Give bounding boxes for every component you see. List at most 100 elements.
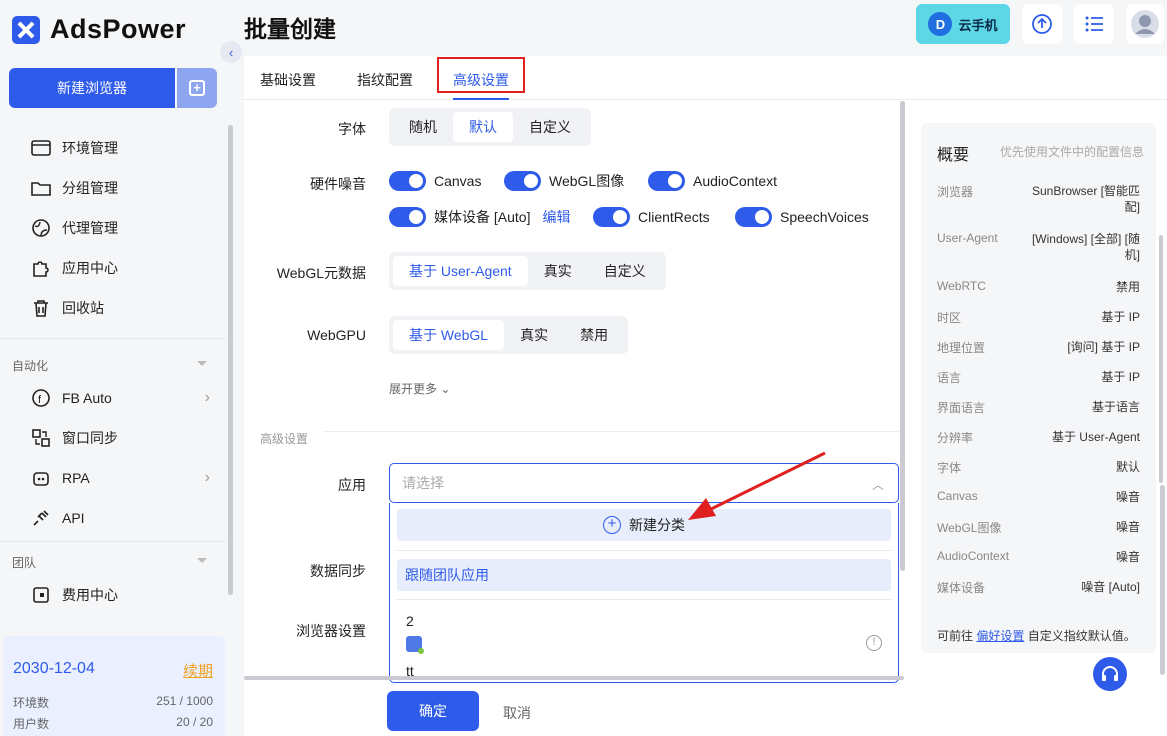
sidebar-item-env[interactable]: 环境管理 [30,137,210,159]
tab-bar: 基础设置 指纹配置 高级设置 [244,56,1167,100]
user-count-row: 用户数 20 / 20 [13,715,213,731]
sidebar-item-window-sync[interactable]: 窗口同步 [30,427,210,449]
batch-create-button[interactable]: + [177,68,217,108]
webgl-option-custom[interactable]: 自定义 [588,256,662,286]
sidebar-item-apps[interactable]: 应用中心 [30,257,210,279]
font-option-random[interactable]: 随机 [393,112,453,142]
sidebar-item-label: 环境管理 [62,140,118,156]
app-select-placeholder: 请选择 [402,475,444,491]
font-label: 字体 [338,121,366,137]
webgpu-label: WebGPU [307,327,366,343]
new-browser-button[interactable]: 新建浏览器 [9,68,175,108]
info-icon[interactable]: ! [866,635,882,651]
sidebar-item-label: 回收站 [62,300,104,316]
webgl-meta-label: WebGL元数据 [276,265,366,281]
main-panel: 基础设置 指纹配置 高级设置 字体 随机 默认 自定义 硬件噪音 Canvas … [244,56,1167,736]
sidebar-item-api[interactable]: API [30,507,210,529]
sidebar-item-label: 费用中心 [62,587,118,603]
preferences-link[interactable]: 偏好设置 [976,629,1024,643]
hardware-noise-label: 硬件噪音 [310,176,366,192]
toggle-webgl-image[interactable]: WebGL图像 [504,171,624,191]
facebook-icon: f [30,387,52,409]
toggle-switch[interactable] [389,207,426,227]
renew-link[interactable]: 续期 [183,660,213,681]
subscription-card: 2030-12-04 续期 环境数 251 / 1000 用户数 20 / 20 [3,636,225,736]
expand-more-link[interactable]: 展开更多 ⌄ [389,380,450,397]
dropdown-divider [397,550,891,551]
webgpu-option-webgl[interactable]: 基于 WebGL [393,320,505,350]
sidebar-item-fb-auto[interactable]: f FB Auto › [30,387,210,409]
toggle-switch[interactable] [593,207,630,227]
tab-fingerprint[interactable]: 指纹配置 [357,70,413,90]
section-divider [324,431,899,432]
summary-panel: 概要 优先使用文件中的配置信息 浏览器 SunBrowser [智能匹配] Use… [921,123,1163,653]
sidebar-item-proxy[interactable]: 代理管理 [30,217,210,239]
sidebar-item-label: RPA [62,470,90,486]
webgl-meta-segmented: 基于 User-Agent 真实 自定义 [389,252,666,290]
sidebar-item-label: 应用中心 [62,260,118,276]
form-scrollbar[interactable] [900,101,905,571]
team-group-label[interactable]: 团队 [12,554,207,571]
sidebar-item-trash[interactable]: 回收站 [30,297,210,319]
browser-settings-label: 浏览器设置 [296,623,366,639]
puzzle-icon [30,257,52,279]
sidebar-divider [0,338,225,339]
toggle-switch[interactable] [389,171,426,191]
plus-circle-icon: + [603,516,621,534]
plug-icon [30,507,52,529]
caret-down-icon [197,558,207,563]
app-select[interactable]: 请选择 ︿ [389,463,899,503]
collapse-sidebar-button[interactable]: ‹ [220,41,242,63]
font-segmented: 随机 默认 自定义 [389,108,591,146]
tab-basic[interactable]: 基础设置 [260,70,316,90]
support-button[interactable] [1093,657,1127,691]
webgpu-option-real[interactable]: 真实 [504,320,564,350]
new-category-option[interactable]: + 新建分类 [397,509,891,541]
summary-scrollbar[interactable] [1159,235,1163,483]
sidebar-scrollbar[interactable] [228,125,233,595]
upload-icon [1032,14,1052,34]
toggle-switch[interactable] [504,171,541,191]
cancel-button[interactable]: 取消 [503,703,531,723]
follow-team-apps-option[interactable]: 跟随团队应用 [397,559,891,591]
caret-down-icon [197,361,207,366]
sidebar-item-rpa[interactable]: RPA › [30,467,210,489]
confirm-button[interactable]: 确定 [387,691,479,731]
sidebar-item-label: FB Auto [62,390,112,406]
toggle-speechvoices[interactable]: SpeechVoices [735,207,869,227]
dropdown-divider [397,599,891,600]
upload-button[interactable] [1022,4,1062,44]
cloud-phone-button[interactable]: D 云手机 [916,4,1010,44]
app-name: AdsPower [50,14,187,44]
toggle-canvas[interactable]: Canvas [389,171,481,191]
sidebar-item-label: 代理管理 [62,220,118,236]
trash-icon [30,297,52,319]
toggle-clientrects[interactable]: ClientRects [593,207,710,227]
font-option-default[interactable]: 默认 [453,112,513,142]
sidebar-item-label: 分组管理 [62,180,118,196]
horizontal-scrollbar[interactable] [244,676,904,680]
webgpu-segmented: 基于 WebGL 真实 禁用 [389,316,629,354]
webgl-option-real[interactable]: 真实 [528,256,588,286]
sidebar-item-billing[interactable]: 费用中心 [30,584,210,606]
sidebar-item-label: API [62,510,85,526]
sync-icon [30,427,52,449]
active-tab-indicator [453,98,509,100]
toggle-switch[interactable] [735,207,772,227]
app-icon[interactable] [406,636,424,654]
page-scrollbar[interactable] [1160,485,1165,675]
automation-group-label[interactable]: 自动化 [12,357,207,374]
edit-media-link[interactable]: 编辑 [542,207,570,227]
toggle-audiocontext[interactable]: AudioContext [648,171,777,191]
webgpu-option-disabled[interactable]: 禁用 [564,320,624,350]
task-list-button[interactable] [1074,4,1114,44]
toggle-media-devices[interactable]: 媒体设备 [Auto] 编辑 [389,207,570,227]
avatar-button[interactable] [1126,4,1164,44]
sidebar-item-group[interactable]: 分组管理 [30,177,210,199]
font-option-custom[interactable]: 自定义 [513,112,587,142]
app-logo[interactable]: AdsPower [12,14,186,45]
webgl-option-ua[interactable]: 基于 User-Agent [393,256,528,286]
page-title: 批量创建 [244,16,336,42]
chevron-left-icon: ‹ [228,44,234,60]
toggle-switch[interactable] [648,171,685,191]
